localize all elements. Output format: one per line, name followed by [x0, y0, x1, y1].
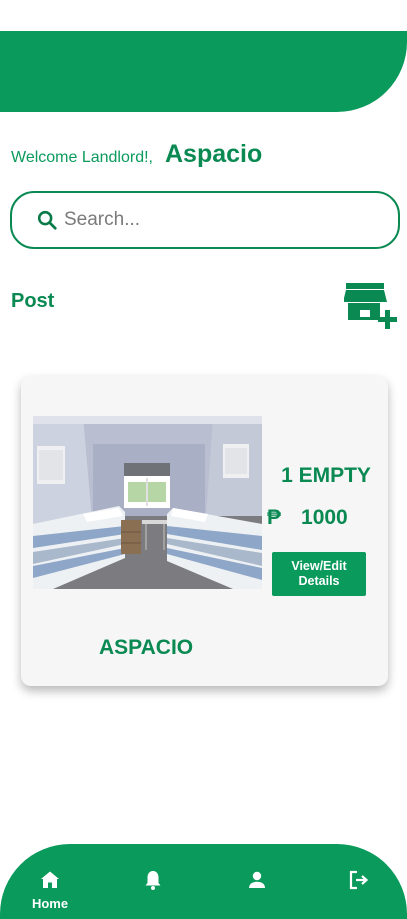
view-edit-details-button[interactable]: View/Edit Details	[272, 552, 366, 596]
price-value: 1000	[301, 506, 348, 529]
welcome-row: Welcome Landlord!, Aspacio	[11, 140, 262, 176]
add-business-icon[interactable]	[344, 282, 400, 330]
welcome-text: Welcome Landlord!,	[11, 149, 153, 166]
search-bar[interactable]	[10, 191, 400, 249]
bottom-navigation: Home	[0, 844, 407, 919]
nav-home[interactable]: Home	[25, 868, 75, 911]
person-icon	[249, 871, 265, 888]
nav-notifications[interactable]	[128, 868, 178, 892]
home-icon	[41, 871, 59, 888]
landlord-name: Aspacio	[165, 140, 263, 168]
price-row: ₱ 1000	[267, 506, 377, 530]
nav-profile[interactable]	[232, 868, 282, 892]
logout-icon	[349, 870, 369, 890]
search-icon	[37, 210, 57, 230]
listing-card[interactable]: 1 EMPTY ₱ 1000 View/Edit Details ASPACIO	[21, 376, 388, 686]
peso-icon: ₱	[267, 506, 282, 529]
listing-name: ASPACIO	[99, 636, 194, 659]
nav-logout[interactable]	[334, 868, 384, 892]
post-section-label: Post	[11, 290, 55, 312]
nav-home-label: Home	[31, 896, 69, 911]
search-input[interactable]	[64, 209, 364, 231]
vacancy-status: 1 EMPTY	[281, 464, 371, 487]
header-banner	[0, 31, 407, 112]
bell-icon	[145, 871, 161, 890]
landlord-home-screen: Welcome Landlord!, Aspacio Post	[0, 0, 407, 919]
dorm-room-photo	[33, 416, 262, 589]
